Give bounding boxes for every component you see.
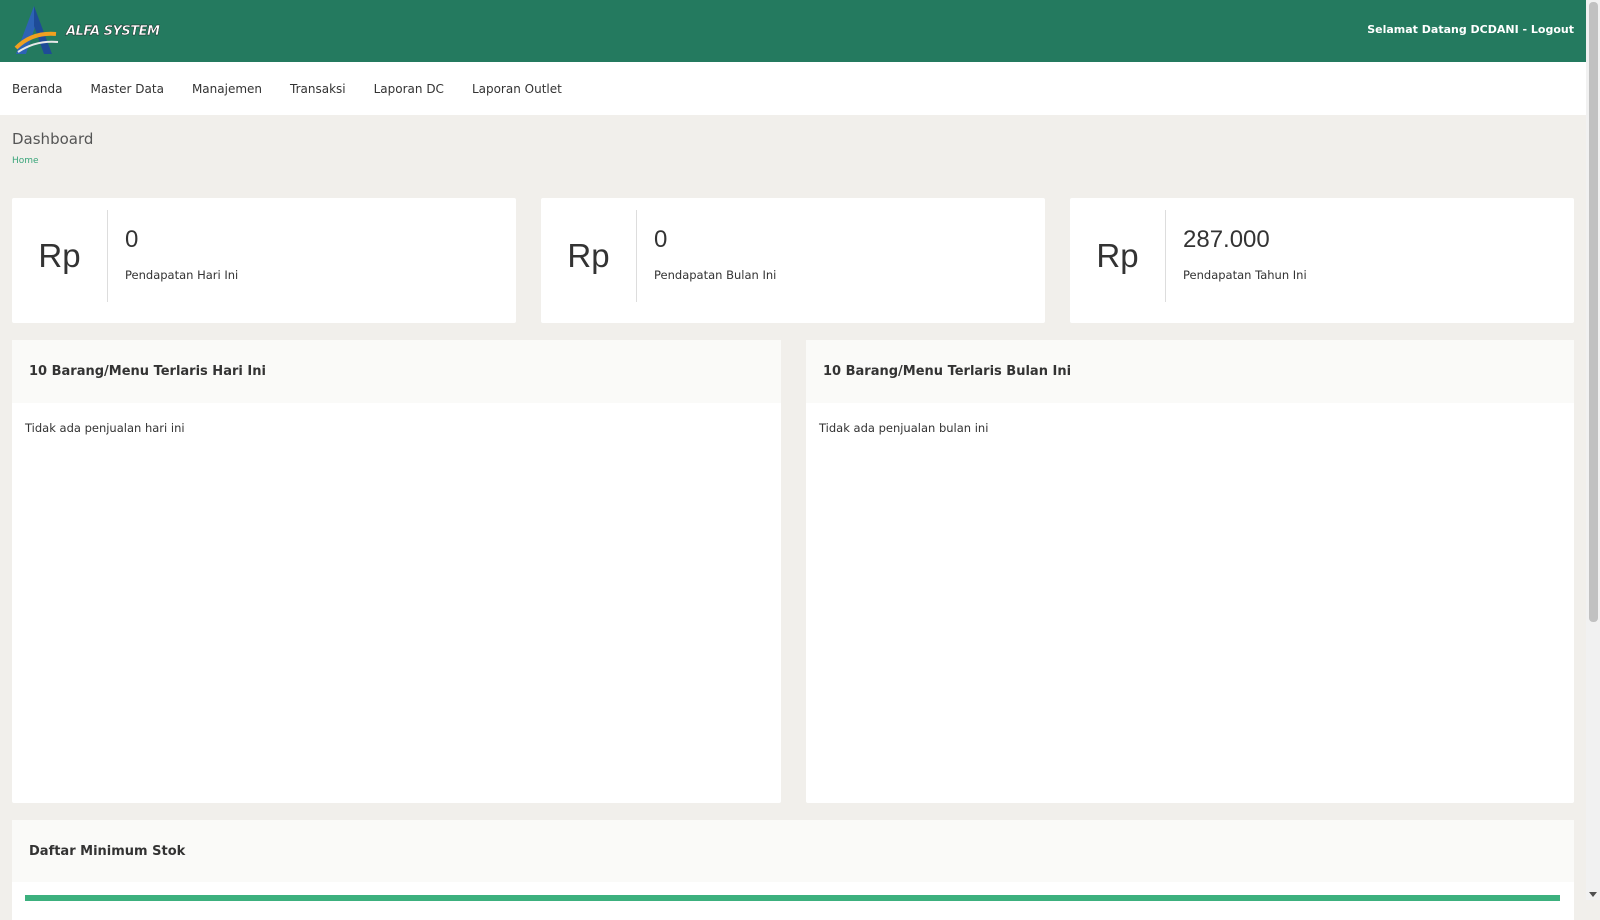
stat-label: Pendapatan Hari Ini [125,268,239,282]
panel-title: 10 Barang/Menu Terlaris Hari Ini [12,340,781,403]
scroll-down-arrow-icon[interactable] [1589,892,1597,897]
currency-icon: Rp [541,210,637,302]
stat-card-year: Rp 287.000 Pendapatan Tahun Ini [1070,198,1574,323]
stat-card-today: Rp 0 Pendapatan Hari Ini [12,198,516,323]
currency-icon: Rp [12,210,108,302]
page-title: Dashboard [12,130,94,148]
nav-item-laporan-outlet[interactable]: Laporan Outlet [472,82,562,96]
panel-min-stock: Daftar Minimum Stok [12,820,1574,920]
empty-message: Tidak ada penjualan hari ini [25,421,185,435]
panel-title: 10 Barang/Menu Terlaris Bulan Ini [806,340,1574,403]
nav-item-transaksi[interactable]: Transaksi [290,82,346,96]
nav-item-master-data[interactable]: Master Data [90,82,163,96]
panel-title: Daftar Minimum Stok [12,820,1574,882]
nav-item-laporan-dc[interactable]: Laporan DC [374,82,444,96]
nav-item-beranda[interactable]: Beranda [12,82,62,96]
currency-icon: Rp [1070,210,1166,302]
stat-label: Pendapatan Tahun Ini [1183,268,1307,282]
main-nav: Beranda Master Data Manajemen Transaksi … [0,62,1586,115]
stat-value: 287.000 [1183,226,1270,253]
nav-item-manajemen[interactable]: Manajemen [192,82,262,96]
table-header-strip [25,895,1560,901]
stat-card-month: Rp 0 Pendapatan Bulan Ini [541,198,1045,323]
page-scrollbar[interactable] [1586,0,1600,900]
stat-value: 0 [654,226,668,253]
panel-top-month: 10 Barang/Menu Terlaris Bulan Ini Tidak … [806,340,1574,803]
logo-text: ALFA SYSTEM [66,24,160,39]
welcome-logout-link[interactable]: Selamat Datang DCDANI - Logout [1367,23,1574,36]
scrollbar-thumb[interactable] [1589,2,1598,622]
stat-value: 0 [125,226,139,253]
logo-a-icon [14,6,59,54]
alfa-system-logo[interactable]: ALFA SYSTEM [12,4,160,56]
empty-message: Tidak ada penjualan bulan ini [819,421,989,435]
top-bar: ALFA SYSTEM Selamat Datang DCDANI - Logo… [0,0,1586,62]
breadcrumb-home[interactable]: Home [12,156,39,166]
panel-top-today: 10 Barang/Menu Terlaris Hari Ini Tidak a… [12,340,781,803]
stat-label: Pendapatan Bulan Ini [654,268,777,282]
